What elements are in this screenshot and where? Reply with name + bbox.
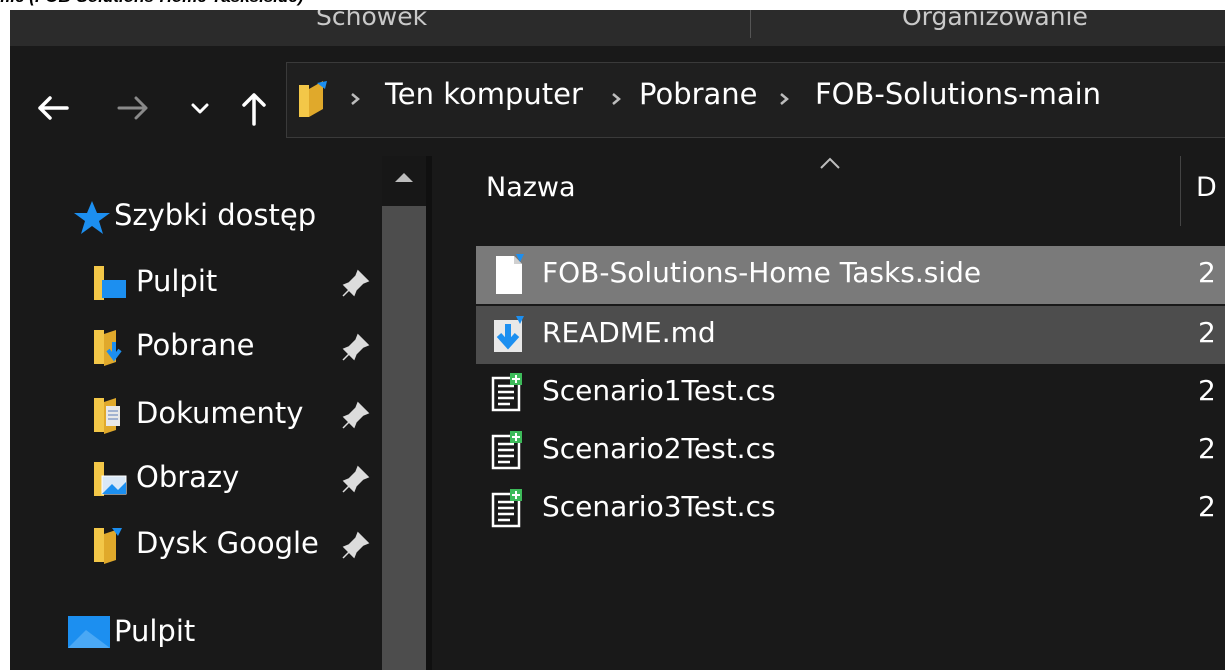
csharp-file-icon bbox=[491, 489, 522, 528]
pin-icon[interactable] bbox=[341, 400, 371, 430]
file-row[interactable]: Scenario1Test.cs 2 bbox=[476, 364, 1225, 422]
file-name: FOB-Solutions-Home Tasks.side bbox=[542, 256, 982, 289]
sort-ascending-icon bbox=[820, 157, 840, 169]
file-name: Scenario2Test.cs bbox=[542, 432, 776, 465]
sidebar-item-label: Pulpit bbox=[136, 264, 218, 298]
pin-icon[interactable] bbox=[341, 268, 371, 298]
google-drive-folder-icon bbox=[94, 528, 122, 564]
file-explorer-window: Schowek Organizowanie Ten komputer Pobra bbox=[10, 10, 1225, 670]
file-name: Scenario3Test.cs bbox=[542, 490, 776, 523]
sidebar-item-label: Dokumenty bbox=[136, 396, 304, 430]
address-bar[interactable]: Ten komputer Pobrane FOB-Solutions-main bbox=[286, 62, 1225, 138]
folder-icon bbox=[299, 81, 327, 117]
breadcrumb-chevron-icon bbox=[351, 93, 360, 105]
breadcrumb-chevron-icon bbox=[780, 93, 789, 105]
sidebar-item-google-drive[interactable]: Dysk Google bbox=[10, 514, 382, 570]
forward-arrow-icon bbox=[117, 96, 148, 120]
ribbon-group-clipboard: Schowek bbox=[316, 10, 428, 31]
window-caption: file (FOB-Solutions-Home Tasks.side) bbox=[0, 0, 304, 9]
ribbon-bar: Schowek Organizowanie bbox=[10, 10, 1225, 46]
csharp-file-icon bbox=[491, 373, 522, 412]
file-row[interactable]: FOB-Solutions-Home Tasks.side 2 bbox=[476, 246, 1225, 304]
file-row[interactable]: Scenario2Test.cs 2 bbox=[476, 422, 1225, 480]
blank-file-icon bbox=[496, 254, 524, 294]
file-row[interactable]: README.md 2 bbox=[476, 306, 1225, 364]
pin-icon[interactable] bbox=[341, 332, 371, 362]
sidebar-item-quick-access[interactable]: Szybki dostęp bbox=[10, 186, 382, 242]
sidebar-item-downloads[interactable]: Pobrane bbox=[10, 316, 382, 372]
pin-icon[interactable] bbox=[341, 530, 371, 560]
breadcrumb-chevron-icon bbox=[612, 93, 621, 105]
documents-folder-icon bbox=[94, 398, 120, 434]
downloads-folder-icon bbox=[94, 330, 122, 366]
sidebar-item-label: Szybki dostęp bbox=[114, 198, 317, 232]
file-row[interactable]: Scenario3Test.cs 2 bbox=[476, 480, 1225, 538]
file-date: 2 bbox=[1198, 432, 1216, 465]
sidebar-item-label: Obrazy bbox=[136, 460, 240, 494]
back-arrow-icon bbox=[38, 96, 69, 120]
navigation-pane: Szybki dostęp Pulpit Pobrane Dokumenty O… bbox=[10, 156, 382, 670]
column-separator[interactable] bbox=[1180, 156, 1181, 226]
sidebar-item-documents[interactable]: Dokumenty bbox=[10, 384, 382, 440]
sidebar-item-pictures[interactable]: Obrazy bbox=[10, 448, 382, 504]
download-file-icon bbox=[494, 316, 524, 352]
column-header-name[interactable]: Nazwa bbox=[486, 172, 576, 203]
file-date: 2 bbox=[1198, 374, 1216, 407]
ribbon-separator bbox=[750, 10, 751, 38]
sidebar-item-label: Pulpit bbox=[114, 614, 196, 648]
forward-button[interactable] bbox=[112, 90, 156, 130]
pictures-folder-icon bbox=[94, 462, 127, 496]
chevron-down-icon bbox=[191, 103, 209, 114]
sidebar-item-desktop-root[interactable]: Pulpit bbox=[10, 602, 382, 658]
pin-icon[interactable] bbox=[341, 464, 371, 494]
column-header-date[interactable]: D bbox=[1196, 172, 1217, 203]
ribbon-group-organize: Organizowanie bbox=[902, 10, 1088, 31]
file-date: 2 bbox=[1198, 316, 1216, 349]
breadcrumb-downloads[interactable]: Pobrane bbox=[639, 77, 758, 111]
file-name: README.md bbox=[542, 316, 716, 349]
csharp-file-icon bbox=[491, 431, 522, 470]
sidebar-item-label: Pobrane bbox=[136, 328, 255, 362]
chevron-up-icon bbox=[395, 173, 413, 182]
file-date: 2 bbox=[1198, 490, 1216, 523]
scroll-up-button[interactable] bbox=[382, 156, 426, 206]
desktop-icon bbox=[68, 616, 110, 648]
recent-locations-button[interactable] bbox=[180, 90, 220, 130]
back-button[interactable] bbox=[30, 90, 74, 130]
breadcrumb-this-pc[interactable]: Ten komputer bbox=[385, 77, 583, 111]
file-name: Scenario1Test.cs bbox=[542, 374, 776, 407]
scrollbar-thumb[interactable] bbox=[382, 206, 426, 670]
file-list-pane: Nazwa D FOB-Solutions-Home Tasks.side 2 … bbox=[432, 156, 1225, 670]
star-icon bbox=[74, 201, 110, 234]
up-button[interactable] bbox=[234, 90, 274, 130]
file-date: 2 bbox=[1198, 256, 1216, 289]
sidebar-item-label: Dysk Google bbox=[136, 526, 319, 560]
sidebar-item-desktop[interactable]: Pulpit bbox=[10, 252, 382, 308]
breadcrumb-fob-solutions-main[interactable]: FOB-Solutions-main bbox=[815, 77, 1101, 111]
up-arrow-icon bbox=[242, 93, 266, 126]
desktop-folder-icon bbox=[94, 266, 126, 300]
navigation-bar: Ten komputer Pobrane FOB-Solutions-main bbox=[10, 46, 1225, 156]
